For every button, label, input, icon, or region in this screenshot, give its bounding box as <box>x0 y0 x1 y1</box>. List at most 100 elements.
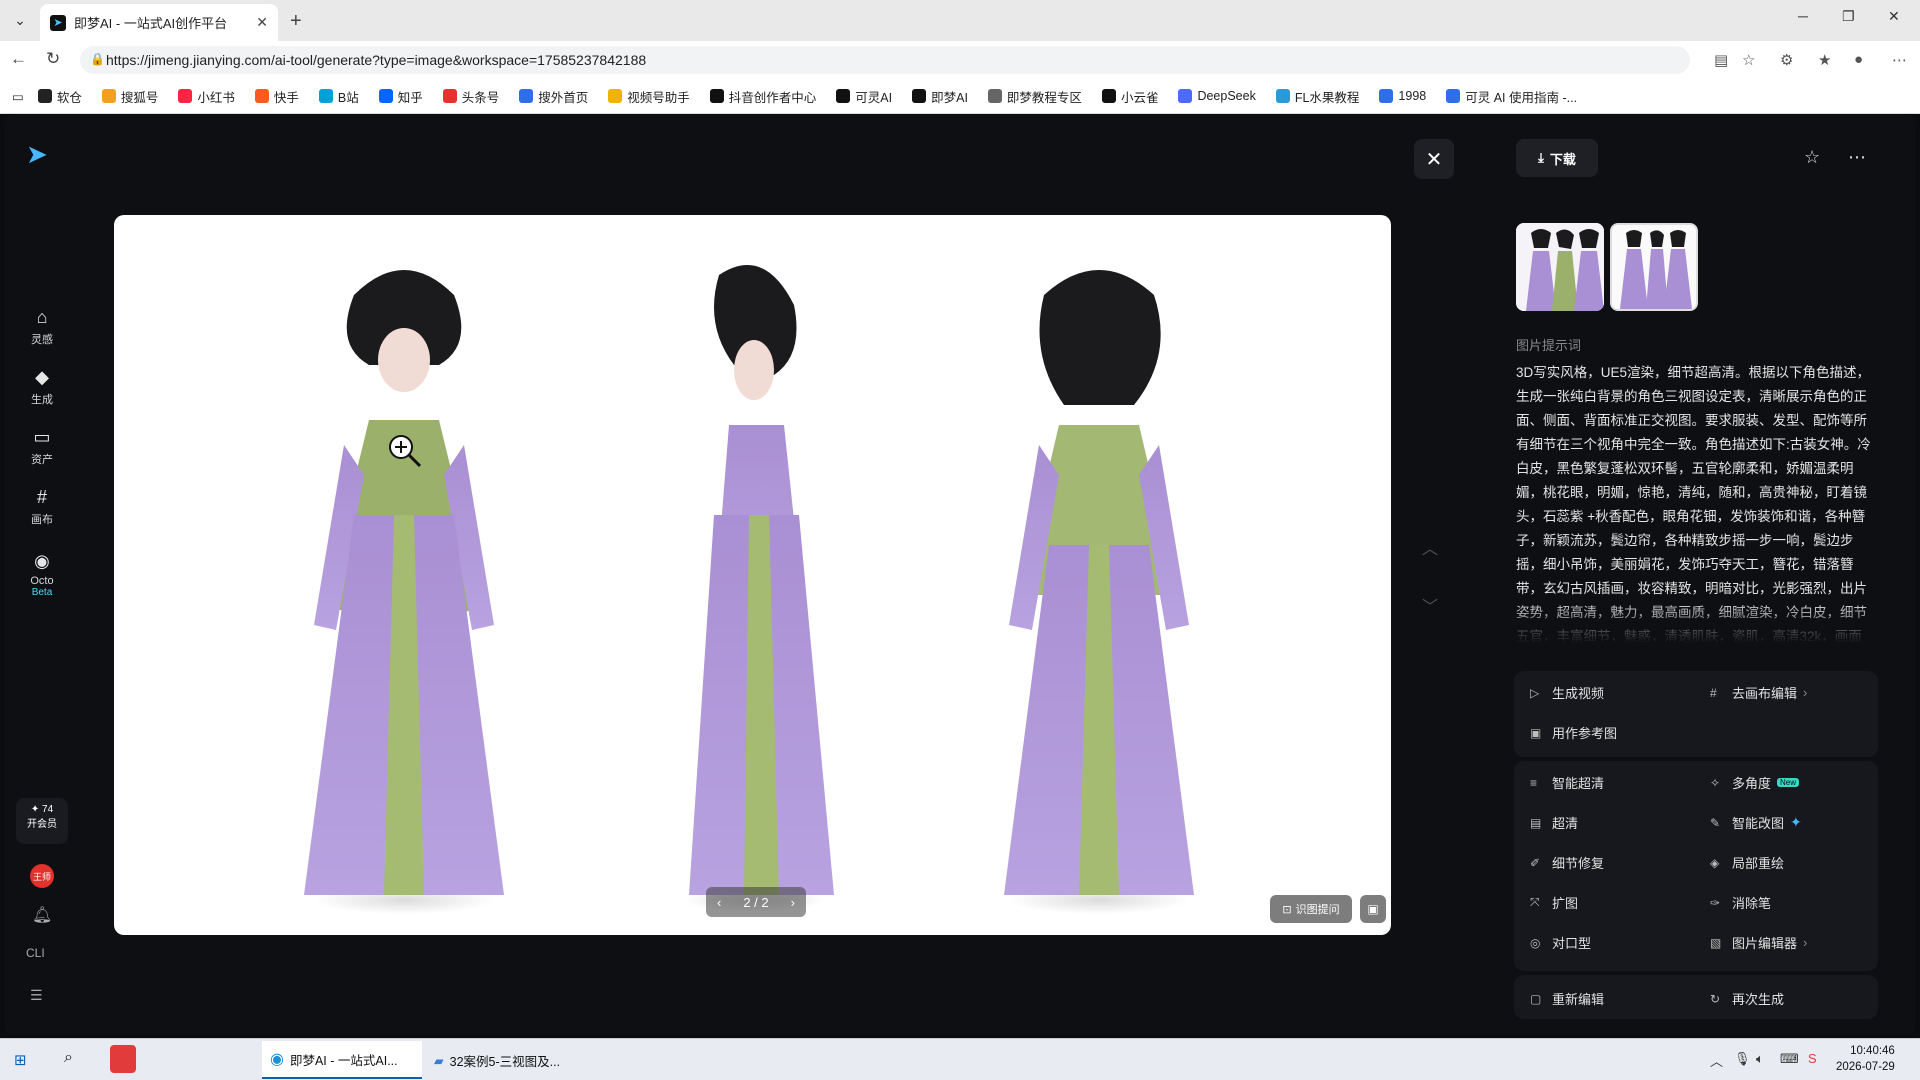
bookmark-item[interactable]: 搜狐号 <box>101 87 158 106</box>
windows-start-icon[interactable]: ⊞ <box>14 1051 27 1069</box>
generated-image[interactable]: ‹ 2 / 2 › ⊡ 识图提问 ▣ <box>114 215 1391 935</box>
clock-time: 10:40:46 <box>1850 1045 1895 1057</box>
bell-icon[interactable]: 🔔︎ <box>32 905 52 925</box>
nav-inspiration[interactable]: ⌂ 灵感 <box>4 307 80 347</box>
next-image-icon[interactable]: › <box>791 895 795 910</box>
bookmark-label: DeepSeek <box>1197 89 1256 103</box>
tab-title: 即梦AI - 一站式AI创作平台 <box>74 16 228 31</box>
image-ask-button[interactable]: ⊡ 识图提问 <box>1270 895 1352 923</box>
input-method-icon[interactable]: S <box>1808 1051 1817 1066</box>
outpaint-button[interactable]: ⤧ 扩图 <box>1530 893 1578 912</box>
profile-icon[interactable]: ● <box>1854 51 1863 68</box>
tab-close-icon[interactable]: ✕ <box>256 14 268 31</box>
bookmark-item[interactable]: 搜外首页 <box>519 87 588 106</box>
search-icon[interactable]: ⌕ <box>64 1049 73 1067</box>
extensions-icon[interactable]: ⚙ <box>1780 51 1793 69</box>
action-label: 细节修复 <box>1552 856 1605 871</box>
vip-button[interactable]: ✦ 74 开会员 <box>16 798 68 844</box>
thumbnail-1[interactable] <box>1516 223 1604 311</box>
avatar[interactable]: 王师 <box>30 864 54 888</box>
download-button[interactable]: ⤓ 下载 <box>1516 139 1598 177</box>
bookmark-item[interactable]: 头条号 <box>442 87 499 106</box>
bookmark-item[interactable]: 抖音创作者中心 <box>709 87 816 106</box>
bookmark-item[interactable]: 可灵 AI 使用指南 -... <box>1446 87 1577 106</box>
jimeng-logo-icon[interactable]: ➤ <box>26 139 56 169</box>
prev-image-icon[interactable]: ‹ <box>717 895 721 910</box>
favorites-icon[interactable]: ★ <box>1818 51 1831 69</box>
tray-expand-icon[interactable]: ︿ <box>1710 1051 1723 1070</box>
nav-generate[interactable]: ◆ 生成 <box>4 367 80 407</box>
bookmark-item[interactable]: 小云雀 <box>1101 87 1158 106</box>
re-edit-button[interactable]: ▢ 重新编辑 <box>1530 989 1604 1008</box>
scroll-up-icon[interactable]: ︿ <box>1422 535 1438 559</box>
bookmark-item[interactable]: 可灵AI <box>836 87 892 106</box>
eraser-button[interactable]: ✑ 消除笔 <box>1710 893 1771 912</box>
menu-icon[interactable]: ☰ <box>30 987 43 1004</box>
nav-assets[interactable]: ▭ 资产 <box>4 427 80 467</box>
smart-upscale-button[interactable]: ≡ 智能超清 <box>1530 773 1604 792</box>
restore-button[interactable]: ❐ <box>1842 8 1855 25</box>
taskbar-app-document[interactable]: ▰ 32案例5-三视图及... <box>426 1041 576 1079</box>
beta-badge: Beta <box>31 587 53 598</box>
use-as-reference-button[interactable]: ▣ 用作参考图 <box>1530 723 1617 742</box>
taskbar-app-browser[interactable]: ◉ 即梦AI - 一站式AI... <box>262 1041 422 1079</box>
bookmark-item[interactable]: 视频号助手 <box>608 87 690 106</box>
action-label: 图片编辑器 <box>1732 936 1798 951</box>
bookmark-item[interactable]: 1998 <box>1379 89 1426 103</box>
viewer-close-button[interactable]: ✕ <box>1414 139 1454 179</box>
more-options-icon[interactable]: ⋯ <box>1848 147 1866 168</box>
microphone-icon[interactable]: 🎙︎ <box>1734 1051 1751 1067</box>
scroll-down-icon[interactable]: ﹀ <box>1422 593 1438 617</box>
bookmark-item[interactable]: 知乎 <box>378 87 423 106</box>
lip-sync-button[interactable]: ◎ 对口型 <box>1530 933 1591 952</box>
volume-icon[interactable]: 🔈︎ <box>1756 1051 1764 1067</box>
bookmark-item[interactable]: 软仓 <box>37 87 82 106</box>
generate-video-button[interactable]: ▷ 生成视频 <box>1530 683 1604 702</box>
pinned-app-icon[interactable] <box>110 1045 136 1073</box>
cli-button[interactable]: CLI <box>26 946 45 960</box>
image-tool-button[interactable]: ▣ <box>1360 895 1386 923</box>
bookmark-item[interactable]: 即梦AI <box>912 87 968 106</box>
canvas-edit-button[interactable]: # 去画布编辑 › <box>1710 683 1807 702</box>
bookmark-item[interactable]: 小红书 <box>178 87 235 106</box>
nav-canvas[interactable]: # 画布 <box>4 487 80 527</box>
bookmark-item[interactable]: FL水果教程 <box>1275 87 1359 106</box>
browser-tab-active[interactable]: ➤ 即梦AI - 一站式AI创作平台 ✕ <box>40 4 278 41</box>
back-icon[interactable]: ← <box>10 49 27 69</box>
detail-repair-button[interactable]: ✐ 细节修复 <box>1530 853 1604 872</box>
nav-octo[interactable]: ◉ Octo Beta <box>4 551 80 598</box>
figure-back <box>1004 270 1194 914</box>
bookmark-item[interactable]: B站 <box>318 87 359 106</box>
tab-strip: ⌄ ➤ 即梦AI - 一站式AI创作平台 ✕ + ─ ❐ ✕ <box>0 0 1920 41</box>
bookmark-item[interactable]: DeepSeek <box>1178 89 1256 103</box>
regenerate-button[interactable]: ↻ 再次生成 <box>1710 989 1784 1008</box>
bookmark-label: 搜外首页 <box>538 90 589 105</box>
minimize-button[interactable]: ─ <box>1798 8 1808 24</box>
inpaint-button[interactable]: ◈ 局部重绘 <box>1710 853 1784 872</box>
bookmark-star-icon[interactable]: ☆ <box>1742 51 1755 69</box>
reader-icon[interactable]: ▤ <box>1714 51 1728 69</box>
image-editor-icon: ▧ <box>1710 935 1722 950</box>
new-tab-button[interactable]: + <box>290 10 302 33</box>
bookmark-favicon-icon <box>378 89 393 103</box>
address-bar-row: ← ↻ 🔒 https://jimeng.jianying.com/ai-too… <box>0 41 1920 79</box>
tab-list-button[interactable]: ⌄ <box>8 8 32 32</box>
reload-icon[interactable]: ↻ <box>46 49 60 69</box>
url-field[interactable]: 🔒 https://jimeng.jianying.com/ai-tool/ge… <box>80 46 1690 74</box>
keyboard-icon[interactable]: ⌨ <box>1780 1051 1799 1067</box>
favorite-star-icon[interactable]: ☆ <box>1804 147 1820 168</box>
thumbnail-2-selected[interactable] <box>1610 223 1698 311</box>
bookmarks-icon[interactable]: ▭ <box>12 89 24 104</box>
smart-edit-button[interactable]: ✎ 智能改图 ✦ <box>1710 813 1802 832</box>
image-editor-button[interactable]: ▧ 图片编辑器 › <box>1710 933 1807 952</box>
multi-angle-button[interactable]: ✧ 多角度 New <box>1710 773 1800 792</box>
bookmark-item[interactable]: 即梦教程专区 <box>987 87 1082 106</box>
bookmark-favicon-icon <box>709 89 724 103</box>
hd-button[interactable]: ▤ 超清 <box>1530 813 1578 832</box>
bookmark-item[interactable]: 快手 <box>254 87 299 106</box>
browser-menu-icon[interactable]: ⋯ <box>1892 51 1907 69</box>
system-clock[interactable]: 10:40:46 2026-07-29 <box>1836 1043 1895 1075</box>
bookmark-favicon-icon <box>101 89 116 103</box>
nav-label: 生成 <box>31 394 53 406</box>
window-close-button[interactable]: ✕ <box>1888 8 1900 25</box>
